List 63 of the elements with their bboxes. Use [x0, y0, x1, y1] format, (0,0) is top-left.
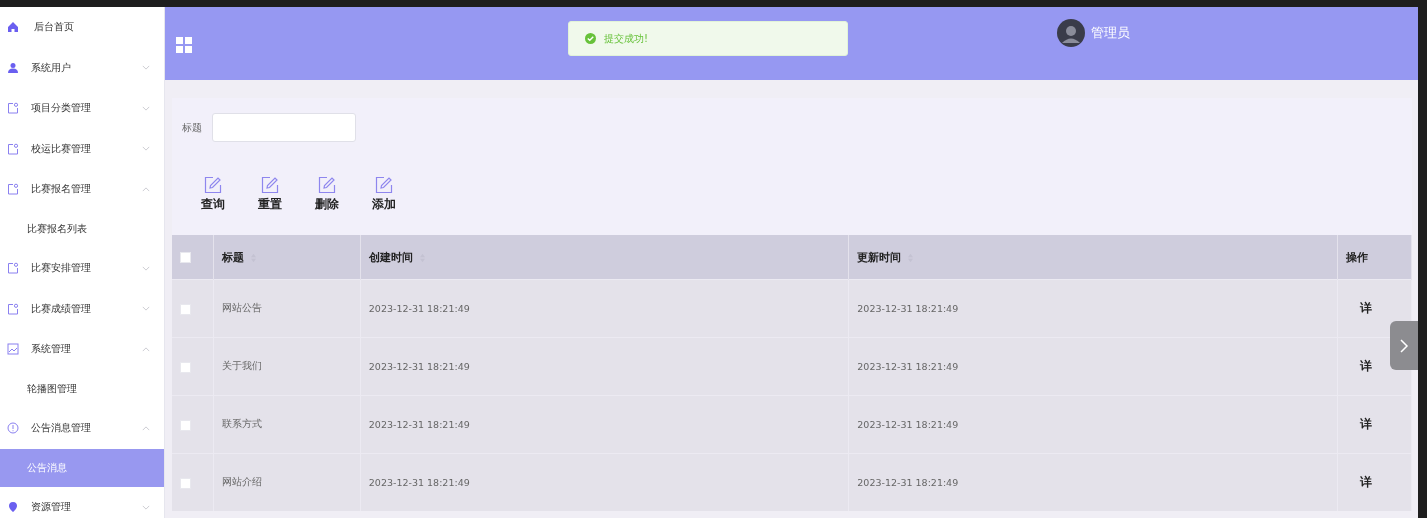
sidebar-item[interactable]: 校运比赛管理: [0, 128, 164, 169]
action-button[interactable]: 删除: [315, 176, 339, 213]
clipboard-icon: [7, 142, 19, 155]
row-checkbox[interactable]: [180, 477, 191, 489]
sidebar-item[interactable]: 后台首页: [0, 7, 164, 48]
detail-link[interactable]: 详: [1359, 417, 1372, 431]
user-icon: [7, 61, 19, 74]
toast-message: 提交成功!: [604, 31, 648, 46]
action-button[interactable]: 查询: [201, 176, 225, 213]
action-button[interactable]: 添加: [372, 176, 396, 213]
table-cell: 网站公告: [213, 279, 361, 338]
sidebar-item[interactable]: 公告消息管理: [0, 408, 164, 449]
sidebar-item[interactable]: 比赛安排管理: [0, 248, 164, 289]
table-cell: 网站介绍: [213, 453, 361, 511]
edit-icon: [204, 176, 222, 194]
table-cell: 关于我们: [213, 337, 361, 396]
detail-link[interactable]: 详: [1359, 359, 1372, 373]
sidebar-item[interactable]: 系统管理: [0, 329, 164, 370]
table-cell: 2023-12-31 18:21:49: [848, 453, 1338, 511]
column-header[interactable]: 操作: [1337, 235, 1412, 280]
menu-icon[interactable]: [176, 36, 192, 53]
sidebar-item[interactable]: 资源管理: [0, 487, 164, 518]
table-cell: 2023-12-31 18:21:49: [360, 337, 849, 396]
info-icon: [7, 422, 19, 435]
detail-link[interactable]: 详: [1359, 301, 1372, 315]
title-input-field[interactable]: [212, 113, 356, 142]
chevron-right-icon: [1399, 337, 1409, 354]
table-cell: 2023-12-31 18:21:49: [848, 395, 1338, 454]
avatar-icon[interactable]: [1057, 19, 1085, 47]
image-icon: [7, 343, 19, 356]
clipboard-icon: [7, 262, 19, 275]
edit-icon: [261, 176, 279, 194]
table-cell: 联系方式: [213, 395, 361, 454]
sidebar-item[interactable]: 比赛成绩管理: [0, 288, 164, 329]
check-circle-icon: [585, 33, 596, 44]
next-arrow-button[interactable]: [1390, 321, 1418, 370]
select-all-checkbox[interactable]: [180, 252, 191, 263]
column-header[interactable]: 更新时间: [848, 235, 1338, 280]
clipboard-icon: [7, 102, 19, 115]
row-checkbox[interactable]: [180, 361, 191, 373]
action-button[interactable]: 重置: [258, 176, 282, 213]
row-checkbox[interactable]: [180, 419, 191, 431]
clipboard-icon: [7, 302, 19, 315]
table-cell: 2023-12-31 18:21:49: [360, 279, 849, 338]
edit-icon: [318, 176, 336, 194]
title-label: 标题: [182, 120, 202, 135]
table-cell: 2023-12-31 18:21:49: [360, 453, 849, 511]
column-header[interactable]: 创建时间: [360, 235, 849, 280]
sidebar-item[interactable]: 项目分类管理: [0, 88, 164, 129]
table-cell: 2023-12-31 18:21:49: [848, 279, 1338, 338]
detail-link[interactable]: 详: [1359, 475, 1372, 489]
clipboard-icon: [7, 183, 19, 196]
sidebar-subitem[interactable]: 轮播图管理: [0, 369, 164, 408]
pin-icon: [7, 501, 19, 514]
sidebar-item[interactable]: 系统用户: [0, 47, 164, 88]
row-checkbox[interactable]: [180, 303, 191, 315]
table-cell: 2023-12-31 18:21:49: [848, 337, 1338, 396]
sidebar-item[interactable]: 比赛报名管理: [0, 169, 164, 210]
column-header[interactable]: 标题: [213, 235, 361, 280]
table-cell: 2023-12-31 18:21:49: [360, 395, 849, 454]
edit-icon: [375, 176, 393, 194]
sidebar-subitem[interactable]: 比赛报名列表: [0, 209, 164, 248]
home-icon: [7, 21, 19, 34]
